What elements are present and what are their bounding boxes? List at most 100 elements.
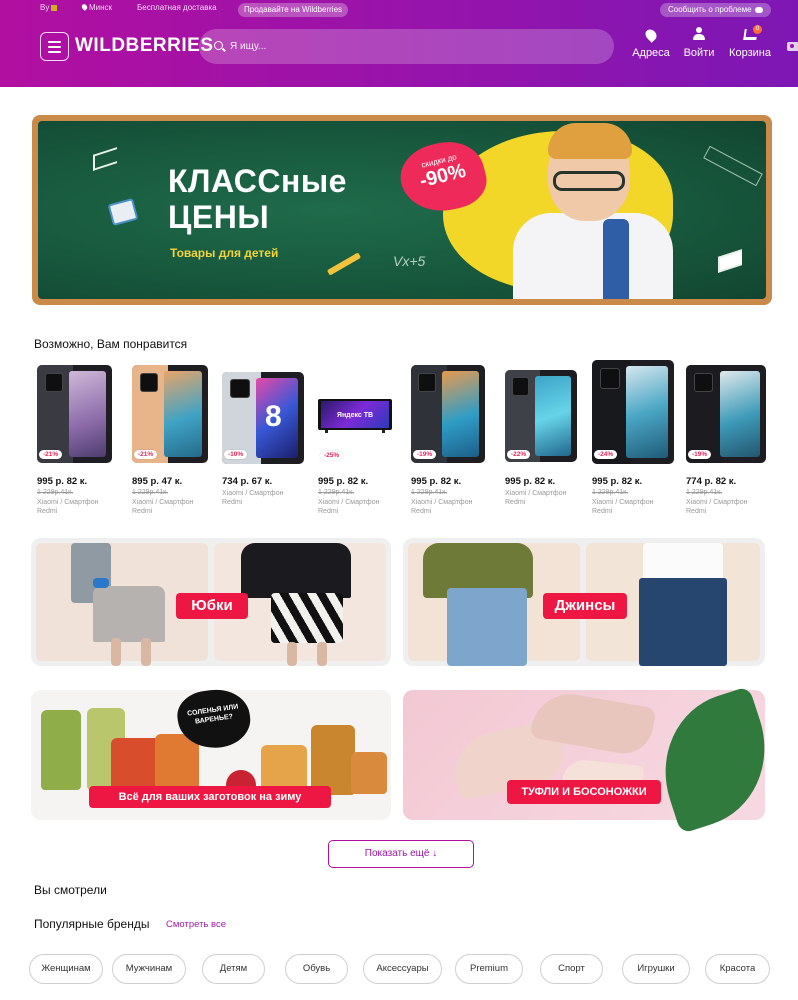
- product-image[interactable]: [411, 365, 485, 463]
- category-chip[interactable]: Детям: [202, 954, 265, 984]
- product-model: Redmi: [686, 508, 707, 515]
- product-brand: Xiaomi / Смартфон: [37, 499, 99, 506]
- product-price: 995 р. 82 к.: [411, 476, 462, 487]
- product-brand: Xiaomi / Смартфон: [686, 499, 748, 506]
- category-chip[interactable]: Мужчинам: [112, 954, 186, 984]
- nav-cart-label: Корзина: [729, 47, 771, 59]
- chalkboard: КЛАССные ЦЕНЫ Товары для детей Vx+5 скид…: [38, 121, 766, 299]
- nav-addresses-label: Адреса: [632, 47, 670, 59]
- top-bar: By Минск Бесплатная доставка Продавайте …: [0, 0, 798, 17]
- product-image[interactable]: [592, 360, 674, 464]
- product-price: 734 р. 67 к.: [222, 476, 273, 487]
- category-chip[interactable]: Обувь: [285, 954, 348, 984]
- discount-badge: -19%: [688, 450, 712, 459]
- chalk-formula: Vx+5: [393, 253, 426, 269]
- ruler-icon: [703, 145, 763, 187]
- product-model: Redmi: [222, 499, 243, 506]
- product-brand: Xiaomi / Смартфон: [592, 499, 654, 506]
- cart-count-badge: 0: [753, 25, 762, 34]
- location-pin-icon: [80, 3, 89, 11]
- category-chip[interactable]: Игрушки: [622, 954, 690, 984]
- product-image[interactable]: [132, 365, 208, 463]
- site-logo[interactable]: WILDBERRIES: [75, 35, 214, 57]
- camera-icon[interactable]: [787, 42, 798, 51]
- search-input[interactable]: [230, 38, 570, 54]
- product-price: 995 р. 82 к.: [37, 476, 88, 487]
- paper-plane-icon: [718, 249, 742, 273]
- kid-photo: [493, 121, 703, 299]
- site-header: By Минск Бесплатная доставка Продавайте …: [0, 0, 798, 87]
- product-old-price: 1 229р.41к.: [132, 489, 169, 496]
- toy-boat-icon: [107, 198, 139, 226]
- location-icon: [643, 27, 659, 43]
- promo-skirts[interactable]: Юбки: [31, 538, 391, 666]
- discount-badge: -19%: [413, 450, 437, 459]
- discount-badge: -21%: [39, 450, 63, 459]
- pencil-icon: [326, 252, 362, 276]
- search-bar: [199, 29, 798, 64]
- product-old-price: 1 229р.41к.: [37, 489, 74, 496]
- country-selector[interactable]: By: [40, 3, 58, 12]
- product-model: Redmi: [592, 508, 613, 515]
- promo-skirts-label: Юбки: [176, 593, 248, 619]
- product-brand: Xiaomi / Смартфон: [132, 499, 194, 506]
- promo-canning-label: Всё для ваших заготовок на зиму: [89, 786, 331, 808]
- menu-button[interactable]: [40, 32, 69, 61]
- product-model: Redmi: [411, 508, 432, 515]
- product-model: Redmi: [505, 499, 526, 506]
- search-icon[interactable]: [214, 41, 223, 50]
- popular-brands-title: Популярные бренды: [34, 917, 150, 931]
- product-old-price: 1 229р.41к.: [411, 489, 448, 496]
- product-brand: Xiaomi / Смартфон: [411, 499, 473, 506]
- product-price: 995 р. 82 к.: [592, 476, 643, 487]
- recommendations-title: Возможно, Вам понравится: [34, 337, 188, 351]
- product-model: Redmi: [37, 508, 58, 515]
- report-problem-button[interactable]: Сообщить о проблеме: [660, 3, 771, 17]
- product-price: 995 р. 82 к.: [318, 476, 369, 487]
- product-model: Redmi: [132, 508, 153, 515]
- user-icon: [693, 27, 705, 41]
- see-all-brands-link[interactable]: Смотреть все: [166, 919, 226, 930]
- product-model: Redmi: [318, 508, 339, 515]
- product-image[interactable]: [686, 365, 766, 463]
- nav-login-label: Войти: [683, 47, 715, 59]
- show-more-button[interactable]: Показать ещё ↓: [328, 840, 474, 868]
- sell-on-wildberries-button[interactable]: Продавайте на Wildberries: [238, 3, 349, 17]
- product-old-price: 1 229р.41к.: [686, 489, 723, 496]
- discount-badge: -24%: [594, 450, 618, 459]
- product-image[interactable]: [37, 365, 112, 463]
- discount-badge: -22%: [507, 450, 531, 459]
- product-old-price: 1 229р.41к.: [592, 489, 629, 496]
- nav-login[interactable]: Войти: [675, 27, 723, 59]
- banner-subtitle: Товары для детей: [170, 246, 279, 260]
- product-old-price: 1 229р.41к.: [318, 489, 355, 496]
- screen-number: 8: [265, 400, 282, 433]
- viewed-title: Вы смотрели: [34, 883, 107, 897]
- nav-addresses[interactable]: Адреса: [627, 27, 675, 59]
- flag-icon: [51, 5, 58, 11]
- discount-badge: -21%: [134, 450, 158, 459]
- discount-badge: -10%: [224, 450, 248, 459]
- nav-cart[interactable]: 0 Корзина: [726, 25, 774, 59]
- tv-brand-label: Яндекс ТВ: [336, 411, 374, 419]
- category-chip[interactable]: Женщинам: [29, 954, 103, 984]
- paper-plane-icon: [93, 147, 117, 171]
- banner-title: КЛАССные ЦЕНЫ: [168, 163, 347, 235]
- product-brand: Xiaomi / Смартфон: [505, 490, 567, 497]
- category-chip[interactable]: Спорт: [540, 954, 603, 984]
- promo-jeans[interactable]: Джинсы: [403, 538, 765, 666]
- product-price: 774 р. 82 к.: [686, 476, 737, 487]
- free-delivery-link[interactable]: Бесплатная доставка: [137, 3, 217, 12]
- product-price: 895 р. 47 к.: [132, 476, 183, 487]
- product-image[interactable]: Яндекс ТВ: [318, 390, 392, 440]
- glasses-icon: [553, 171, 625, 191]
- category-chip[interactable]: Аксессуары: [363, 954, 442, 984]
- city-selector[interactable]: Минск: [80, 3, 112, 12]
- category-chip[interactable]: Premium: [455, 954, 523, 984]
- category-chip[interactable]: Красота: [705, 954, 770, 984]
- product-image[interactable]: [505, 370, 577, 462]
- product-brand: Xiaomi / Смартфон: [222, 490, 284, 497]
- promo-shoes-label: ТУФЛИ И БОСОНОЖКИ: [507, 780, 661, 804]
- hero-banner[interactable]: КЛАССные ЦЕНЫ Товары для детей Vx+5 скид…: [32, 115, 772, 305]
- chat-icon: [754, 7, 763, 13]
